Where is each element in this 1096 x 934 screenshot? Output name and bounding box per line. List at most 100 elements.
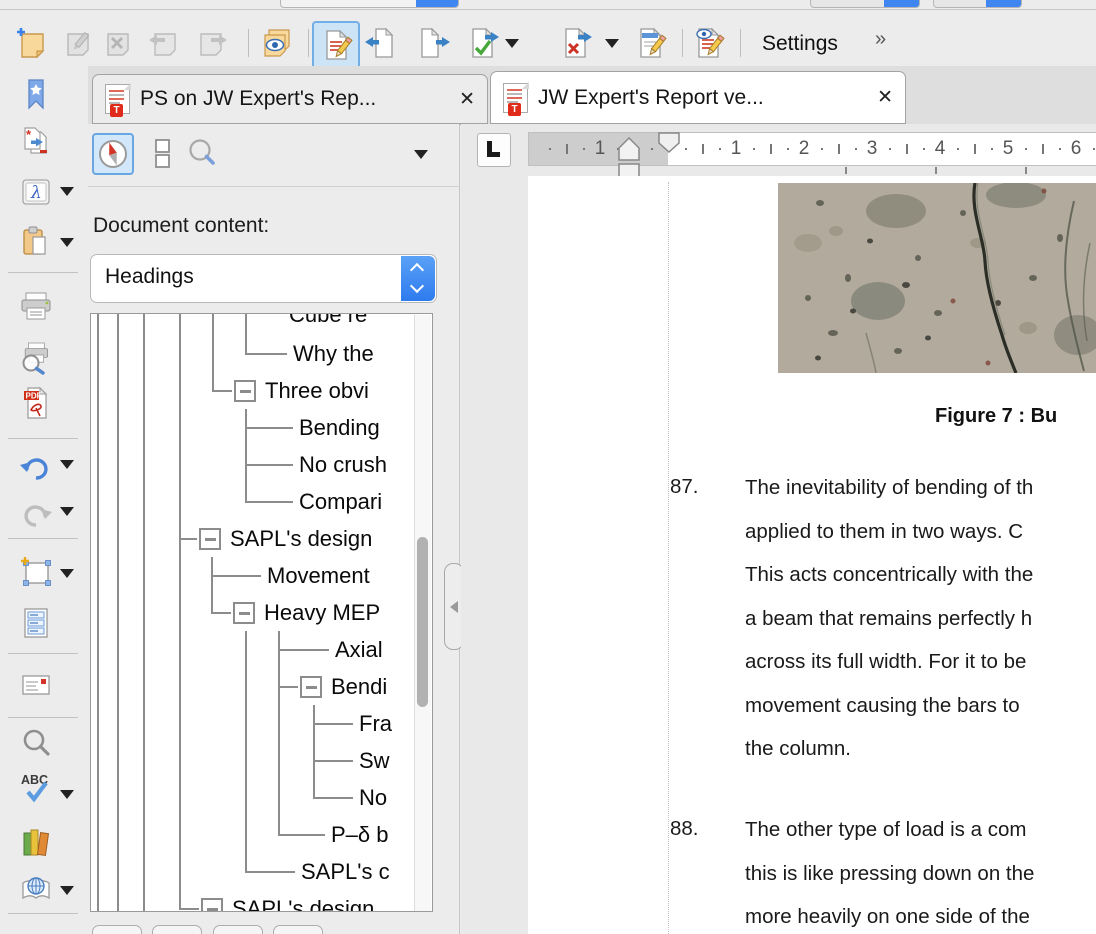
accept-change-dropdown[interactable] bbox=[505, 39, 519, 48]
spellcheck-button[interactable]: ABC bbox=[14, 766, 58, 810]
tree-item[interactable]: Three obvi bbox=[265, 377, 369, 405]
redo-icon bbox=[18, 494, 54, 530]
bookmark-button[interactable] bbox=[14, 73, 58, 117]
tree-collapse-box[interactable] bbox=[233, 602, 255, 624]
tree-guide-line bbox=[97, 314, 99, 911]
next-change-button[interactable] bbox=[411, 21, 455, 65]
tree-item[interactable]: Axial bbox=[335, 636, 383, 664]
tree-connector bbox=[179, 908, 199, 910]
tree-item[interactable]: Cube re bbox=[289, 314, 367, 329]
delete-comment-icon bbox=[100, 25, 136, 61]
select-stepper[interactable] bbox=[401, 256, 435, 301]
tree-item[interactable]: Movement bbox=[267, 562, 370, 590]
tree-item[interactable]: Heavy MEP bbox=[264, 599, 380, 627]
tabstop-type-button[interactable] bbox=[477, 133, 511, 167]
show-changes-button[interactable] bbox=[686, 21, 730, 65]
tree-connector bbox=[278, 649, 329, 651]
ruler-tick bbox=[1025, 148, 1027, 150]
gallery-button[interactable] bbox=[14, 821, 58, 865]
tree-item[interactable]: Sw bbox=[359, 747, 390, 775]
tree-item[interactable]: Compari bbox=[299, 488, 382, 516]
tree-collapse-box[interactable] bbox=[300, 676, 322, 698]
redo-dropdown[interactable] bbox=[60, 507, 74, 516]
tree-guide-line bbox=[212, 314, 214, 391]
compare-document-button[interactable]: * bbox=[14, 121, 58, 165]
undo-dropdown[interactable] bbox=[60, 460, 74, 469]
print-button[interactable] bbox=[14, 284, 58, 328]
tree-item[interactable]: Fra bbox=[359, 710, 392, 738]
reject-change-dropdown[interactable] bbox=[605, 39, 619, 48]
tree-connector bbox=[245, 501, 293, 503]
ruler-tick bbox=[1042, 144, 1044, 154]
insert-frame-button[interactable] bbox=[14, 551, 58, 595]
text-boundary-line bbox=[668, 182, 669, 934]
tree-item[interactable]: P–δ b bbox=[331, 821, 389, 849]
tree-item[interactable]: Bending bbox=[299, 414, 380, 442]
tree-item[interactable]: No bbox=[359, 784, 387, 812]
spellcheck-dropdown[interactable] bbox=[60, 790, 74, 799]
writer-doc-icon: T bbox=[503, 83, 528, 113]
tree-collapse-box[interactable] bbox=[234, 380, 256, 402]
listbox-icon bbox=[144, 136, 180, 172]
content-mode-select[interactable]: Headings bbox=[90, 254, 437, 303]
previous-change-button[interactable] bbox=[360, 21, 404, 65]
navigator-compass-button[interactable] bbox=[92, 133, 134, 175]
tree-item[interactable]: Bendi bbox=[331, 673, 387, 701]
insert-section-button[interactable] bbox=[14, 601, 58, 645]
settings-button[interactable]: Settings bbox=[762, 32, 838, 56]
tree-item[interactable]: SAPL's design bbox=[232, 895, 374, 911]
figure-7-concrete-crack-photo[interactable] bbox=[778, 183, 1096, 373]
print-preview-button[interactable] bbox=[14, 335, 58, 379]
reject-change-icon bbox=[557, 25, 593, 61]
gallery-books-icon bbox=[18, 825, 54, 861]
formula-dropdown[interactable] bbox=[60, 187, 74, 196]
tree-item[interactable]: No crush bbox=[299, 451, 387, 479]
partial-bottom-button[interactable] bbox=[152, 925, 202, 934]
tree-collapse-box[interactable] bbox=[199, 528, 221, 550]
accept-change-button[interactable] bbox=[460, 21, 504, 65]
reject-change-button[interactable] bbox=[553, 21, 597, 65]
tree-connector bbox=[313, 760, 353, 762]
tree-item[interactable]: Why the bbox=[293, 340, 374, 368]
hyperlink-dropdown[interactable] bbox=[60, 886, 74, 895]
partial-bottom-button[interactable] bbox=[213, 925, 263, 934]
undo-button[interactable] bbox=[14, 443, 58, 487]
horizontal-ruler[interactable]: 1123456 bbox=[528, 132, 1096, 166]
paste-button[interactable] bbox=[14, 220, 58, 264]
tree-connector bbox=[245, 464, 293, 466]
show-comments-button[interactable] bbox=[255, 21, 299, 65]
tab-jw-experts-report[interactable]: T JW Expert's Report ve... ✕ bbox=[490, 71, 906, 124]
add-comment-button[interactable] bbox=[10, 21, 54, 65]
insert-section-icon bbox=[18, 605, 54, 641]
insert-frame-dropdown[interactable] bbox=[60, 569, 74, 578]
export-pdf-button[interactable]: PDF bbox=[14, 381, 58, 425]
toolbar-overflow-chevron[interactable]: » bbox=[875, 28, 886, 51]
tree-connector bbox=[278, 686, 298, 688]
tab-close-icon[interactable]: ✕ bbox=[877, 86, 893, 109]
tree-connector bbox=[179, 538, 197, 540]
partial-bottom-button[interactable] bbox=[92, 925, 142, 934]
first-line-indent-marker[interactable] bbox=[657, 132, 681, 154]
text-line: this is like pressing down on the bbox=[745, 852, 1096, 896]
navigator-menu-dropdown[interactable] bbox=[414, 150, 428, 159]
tree-scrollbar[interactable] bbox=[414, 315, 431, 912]
tree-item[interactable]: SAPL's c bbox=[301, 858, 390, 886]
find-button[interactable] bbox=[14, 721, 58, 765]
manage-changes-button[interactable] bbox=[628, 21, 672, 65]
tree-item[interactable]: SAPL's design bbox=[230, 525, 372, 553]
ruler-tick bbox=[923, 148, 925, 150]
tab-ps-on-jw-experts-report[interactable]: T PS on JW Expert's Rep... ✕ bbox=[92, 74, 488, 124]
partial-bottom-button[interactable] bbox=[273, 925, 323, 934]
redo-button bbox=[14, 490, 58, 534]
formula-button[interactable]: λ bbox=[14, 170, 58, 214]
hyperlink-button[interactable] bbox=[14, 868, 58, 912]
track-changes-button[interactable] bbox=[312, 21, 360, 69]
tab-close-icon[interactable]: ✕ bbox=[459, 88, 475, 111]
document-page[interactable]: Figure 7 : Bu 87. The inevitability of b… bbox=[528, 176, 1096, 934]
navigator-zoom-button[interactable] bbox=[184, 136, 220, 172]
tree-collapse-box[interactable] bbox=[201, 898, 223, 911]
paste-dropdown[interactable] bbox=[60, 238, 74, 247]
tree-scrollbar-thumb[interactable] bbox=[417, 537, 428, 707]
envelope-button[interactable] bbox=[14, 663, 58, 707]
navigator-listbox-button[interactable] bbox=[144, 136, 180, 172]
